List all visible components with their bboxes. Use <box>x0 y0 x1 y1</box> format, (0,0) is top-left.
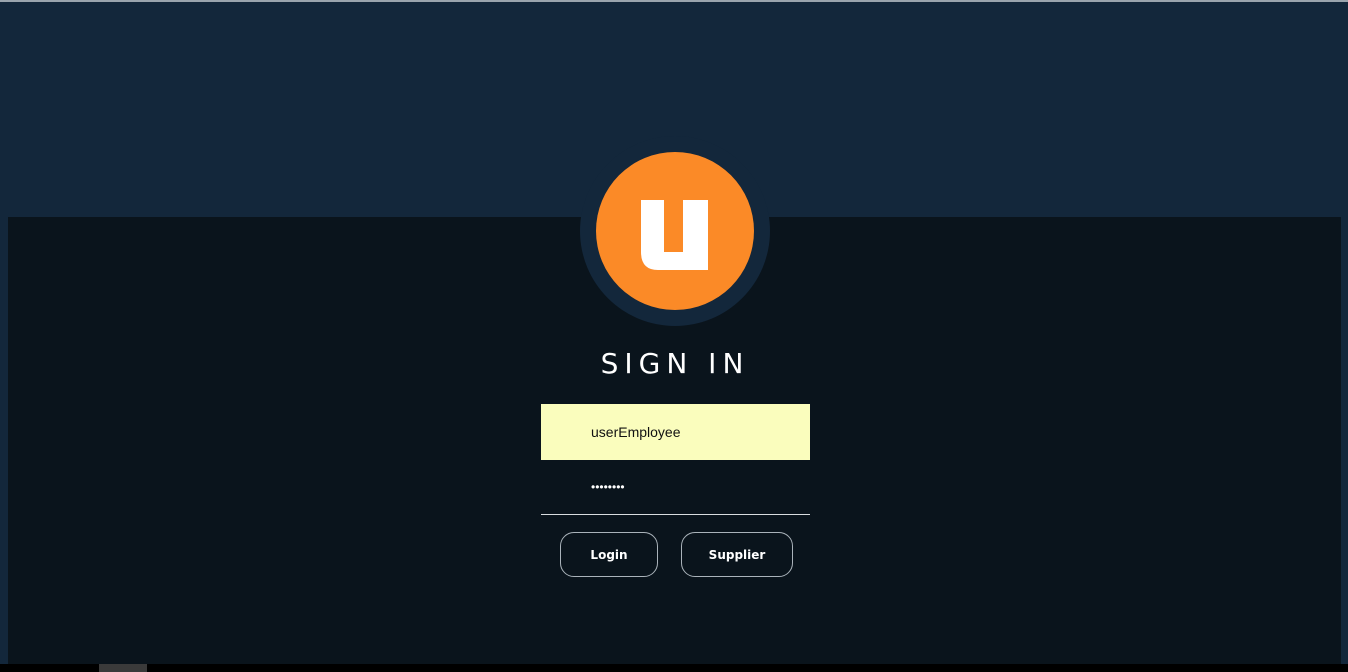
username-input[interactable] <box>541 404 810 460</box>
u-letter-icon <box>641 200 708 270</box>
u-logo-icon <box>596 152 754 310</box>
taskbar <box>0 664 1348 672</box>
password-input[interactable] <box>541 460 810 515</box>
login-button[interactable]: Login <box>560 532 658 577</box>
taskbar-app-item[interactable] <box>99 664 147 672</box>
page-title: SIGN IN <box>600 347 750 380</box>
supplier-button[interactable]: Supplier <box>681 532 793 577</box>
taskbar-clock <box>1258 664 1308 672</box>
right-border <box>1341 217 1348 664</box>
left-border <box>0 217 8 664</box>
